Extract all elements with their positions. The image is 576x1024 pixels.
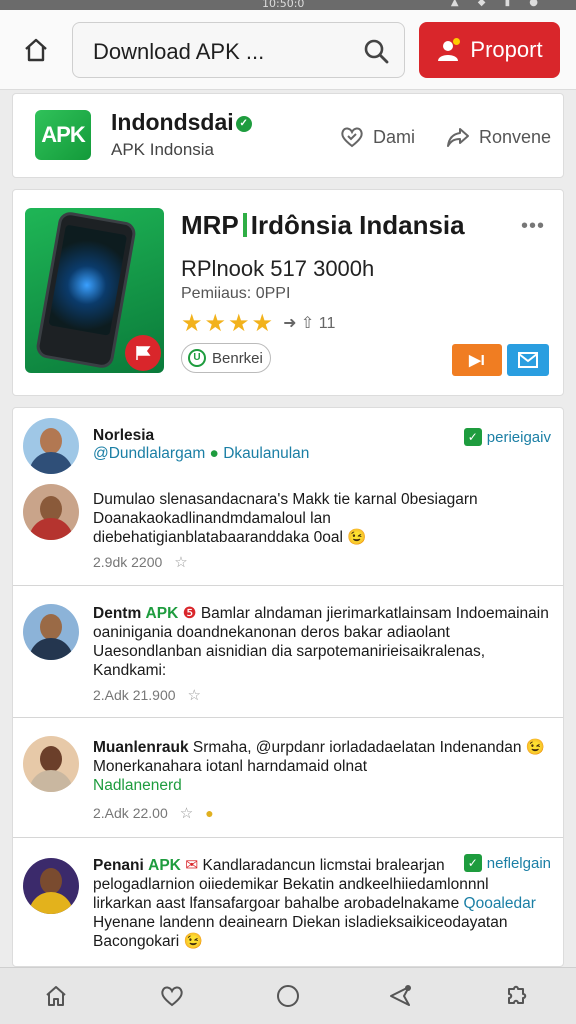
comments-feed: Norlesia @Dundlalargam ● Dkaulanulan ✓ pe… <box>12 407 564 967</box>
report-button[interactable]: Proport <box>419 22 560 78</box>
status-time: 10:50:0 <box>262 0 305 10</box>
verified-icon: ✓ <box>235 115 252 132</box>
list-item[interactable]: ✓ neflelgain Penani APK ✉ Kandlaradancun … <box>13 838 563 966</box>
star-icon: ★ <box>181 309 203 337</box>
nav-share[interactable] <box>384 980 416 1012</box>
badge-label: Benrkei <box>212 349 263 367</box>
search-input[interactable]: Download APK ... <box>72 22 405 78</box>
more-options-icon[interactable]: ••• <box>521 215 545 238</box>
home-icon <box>46 986 66 1006</box>
status-bar: 10:50:0 ▲ ◆ ▮ ● <box>0 0 576 10</box>
star-icon: ★ <box>251 309 274 337</box>
post-meta: 2.Adk 21.900 ☆ <box>93 686 201 704</box>
share-label: Ronvene <box>479 126 552 147</box>
developer-card[interactable]: APK Indondsdai ✓ APK Indonsia Dami Ronven… <box>12 93 564 178</box>
post-meta: 2.9dk 2200 ☆ <box>93 553 188 571</box>
developer-subtitle: APK Indonsia <box>111 140 215 159</box>
heart-icon <box>161 986 183 1007</box>
avatar[interactable] <box>23 484 79 540</box>
top-bar: Download APK ... Proport <box>0 10 576 90</box>
post-text: Dentm APK ❺ Bamlar alndaman jierimarkatl… <box>93 605 549 679</box>
search-text: Download APK ... <box>93 39 265 64</box>
star-icon: ★ <box>204 309 227 337</box>
post-meta: 2.Adk 22.00 ☆ ● <box>93 804 214 822</box>
list-item[interactable]: Norlesia @Dundlalargam ● Dkaulanulan ✓ pe… <box>13 408 563 586</box>
app-image <box>25 208 164 373</box>
share-icon <box>447 128 469 147</box>
nav-home[interactable] <box>40 980 72 1012</box>
app-title: MRP Irdônsia Indansia <box>181 210 465 240</box>
share-action[interactable]: Ronvene <box>445 124 551 150</box>
star-outline-icon[interactable]: ☆ <box>180 804 193 822</box>
circle-icon <box>277 985 299 1007</box>
play-button[interactable]: ▶I <box>452 344 502 376</box>
mail-button[interactable] <box>507 344 549 376</box>
report-label: Proport <box>470 37 543 62</box>
post-handle[interactable]: @Dundlalargam ● Dkaulanulan <box>93 444 551 463</box>
heart-check-icon <box>341 127 363 148</box>
install-badge[interactable]: U Benrkei <box>181 343 271 373</box>
bottom-nav <box>0 967 576 1024</box>
search-icon[interactable] <box>362 37 390 65</box>
send-icon <box>390 985 411 1006</box>
flag-icon <box>125 335 161 371</box>
puzzle-icon <box>508 985 527 1004</box>
avatar[interactable] <box>23 418 79 474</box>
post-text: Penani APK ✉ Kandlaradancun licmstai bra… <box>93 857 445 874</box>
status-icons: ▲ ◆ ▮ ● <box>450 0 546 8</box>
star-outline-icon[interactable]: ☆ <box>188 686 201 704</box>
list-item[interactable]: Muanlenrauk Srmaha, @urpdanr iorladadael… <box>13 718 563 838</box>
rating-stars: ★ ★ ★ ★ ➜ ⇧ 11 <box>181 309 335 337</box>
avatar[interactable] <box>23 858 79 914</box>
avatar[interactable] <box>23 604 79 660</box>
post-text: Muanlenrauk Srmaha, @urpdanr iorladadael… <box>93 739 546 794</box>
like-action[interactable]: Dami <box>339 124 415 150</box>
app-size: RPlnook 517 3000h <box>181 256 375 281</box>
verified-tag: ✓ perieigaiv <box>463 428 551 446</box>
home-button[interactable] <box>18 32 54 68</box>
notification-dot <box>453 38 460 45</box>
rating-count: ➜ ⇧ 11 <box>283 315 336 332</box>
star-outline-icon[interactable]: ☆ <box>174 553 187 571</box>
avatar[interactable] <box>23 736 79 792</box>
mail-icon <box>518 352 538 368</box>
home-icon <box>25 38 47 62</box>
like-label: Dami <box>373 126 416 147</box>
post-text-body: pelogadlarnion oiiedemikar Bekatin andke… <box>93 876 536 950</box>
phone-illustration <box>34 210 138 370</box>
post-text: Dumulao slenasandacnara's Makk tie karna… <box>93 491 478 546</box>
star-icon: ★ <box>228 309 250 337</box>
list-item[interactable]: Dentm APK ❺ Bamlar alndaman jierimarkatl… <box>13 586 563 718</box>
check-icon: ✓ <box>463 854 482 872</box>
nav-favorites[interactable] <box>156 980 188 1012</box>
nav-extensions[interactable] <box>500 980 532 1012</box>
check-icon: ✓ <box>463 428 482 446</box>
verified-tag: ✓ neflelgain <box>463 854 551 872</box>
app-card[interactable]: MRP Irdônsia Indansia ••• RPlnook 517 300… <box>12 189 564 396</box>
developer-name: Indondsdai ✓ <box>111 109 252 136</box>
nav-center[interactable] <box>272 980 304 1012</box>
shield-icon: U <box>188 349 206 367</box>
apk-logo: APK <box>35 110 91 160</box>
app-permissions: Pemiiaus: 0PPI <box>181 285 291 302</box>
